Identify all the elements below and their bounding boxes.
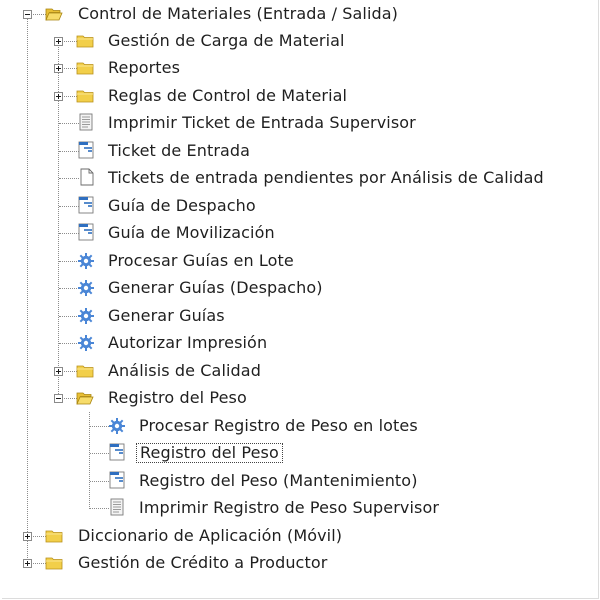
tree-node-reportes[interactable]: Reportes [2, 56, 592, 80]
folder-icon [45, 554, 63, 572]
tree-node-procesar-registro-lotes[interactable]: Procesar Registro de Peso en lotes [2, 414, 592, 438]
tree-node-procesar-guias-lote[interactable]: Procesar Guías en Lote [2, 249, 592, 273]
tree-node-label-selected: Registro del Peso [136, 443, 283, 463]
tree-node-label: Reglas de Control de Material [108, 86, 348, 105]
folder-icon [45, 527, 63, 545]
tree-node-registro-peso-folder[interactable]: Registro del Peso [2, 386, 592, 410]
expand-toggle[interactable] [54, 64, 63, 73]
tree-node-ticket-entrada[interactable]: Ticket de Entrada [2, 139, 592, 163]
tree-node-label: Gestión de Crédito a Productor [78, 553, 328, 572]
folder-icon [76, 362, 94, 380]
tree-node-label: Generar Guías [108, 306, 225, 325]
tree-node-label: Gestión de Carga de Material [108, 31, 345, 50]
tree-node-label: Control de Materiales (Entrada / Salida) [78, 4, 398, 23]
tree-node-label: Registro del Peso (Mantenimiento) [139, 471, 418, 490]
tree-node-guia-movilizacion[interactable]: Guía de Movilización [2, 221, 592, 245]
gear-icon [77, 279, 95, 297]
tree-node-label: Tickets de entrada pendientes por Anális… [108, 168, 544, 187]
tree-node-label: Reportes [108, 58, 181, 77]
tree-node-label: Ticket de Entrada [108, 141, 251, 160]
expand-toggle[interactable] [23, 559, 32, 568]
tree-node-label: Autorizar Impresión [108, 333, 268, 352]
tree-node-label: Procesar Registro de Peso en lotes [139, 416, 418, 435]
tree-node-tickets-pendientes[interactable]: Tickets de entrada pendientes por Anális… [2, 166, 592, 190]
gear-icon [77, 307, 95, 325]
tree-node-registro-peso[interactable]: Registro del Peso [2, 441, 592, 465]
tree-node-label: Registro del Peso [108, 388, 247, 407]
tree-node-analisis-calidad[interactable]: Análisis de Calidad [2, 359, 592, 383]
folder-open-icon [45, 5, 63, 23]
gear-icon [77, 252, 95, 270]
tree-node-label: Imprimir Ticket de Entrada Supervisor [108, 113, 416, 132]
tree-node-label: Guía de Despacho [108, 196, 256, 215]
tree-node-gestion-credito[interactable]: Gestión de Crédito a Productor [2, 551, 592, 575]
blank-document-icon [78, 168, 96, 186]
expand-toggle[interactable] [54, 367, 63, 376]
tree-node-diccionario-app[interactable]: Diccionario de Aplicación (Móvil) [2, 524, 592, 548]
collapse-toggle[interactable] [54, 394, 63, 403]
report-document-icon [77, 113, 95, 131]
expand-toggle[interactable] [23, 532, 32, 541]
expand-toggle[interactable] [54, 37, 63, 46]
expand-toggle[interactable] [54, 92, 63, 101]
form-window-icon [108, 443, 126, 461]
folder-open-icon [76, 389, 94, 407]
tree-node-imprimir-registro[interactable]: Imprimir Registro de Peso Supervisor [2, 496, 592, 520]
tree-view[interactable]: Control de Materiales (Entrada / Salida)… [2, 0, 599, 599]
report-document-icon [108, 498, 126, 516]
form-window-icon [108, 471, 126, 489]
tree-node-label: Diccionario de Aplicación (Móvil) [78, 526, 343, 545]
tree-node-generar-guias-despacho[interactable]: Generar Guías (Despacho) [2, 276, 592, 300]
gear-icon [77, 334, 95, 352]
form-window-icon [77, 223, 95, 241]
tree-node-imprimir-ticket[interactable]: Imprimir Ticket de Entrada Supervisor [2, 111, 592, 135]
tree-node-label: Generar Guías (Despacho) [108, 278, 323, 297]
tree-node-guia-despacho[interactable]: Guía de Despacho [2, 194, 592, 218]
tree-node-reglas-control[interactable]: Reglas de Control de Material [2, 84, 592, 108]
folder-icon [76, 32, 94, 50]
folder-icon [76, 87, 94, 105]
gear-icon [108, 417, 126, 435]
folder-icon [76, 59, 94, 77]
tree-node-control-materiales[interactable]: Control de Materiales (Entrada / Salida) [2, 2, 592, 26]
collapse-toggle[interactable] [23, 10, 32, 19]
tree-node-label: Análisis de Calidad [108, 361, 261, 380]
tree-node-label: Guía de Movilización [108, 223, 275, 242]
tree-node-generar-guias[interactable]: Generar Guías [2, 304, 592, 328]
tree-node-label: Imprimir Registro de Peso Supervisor [139, 498, 440, 517]
tree-node-label: Procesar Guías en Lote [108, 251, 294, 270]
tree-node-autorizar-impresion[interactable]: Autorizar Impresión [2, 331, 592, 355]
tree-node-registro-peso-mant[interactable]: Registro del Peso (Mantenimiento) [2, 469, 592, 493]
form-window-icon [77, 141, 95, 159]
tree-node-gestion-carga[interactable]: Gestión de Carga de Material [2, 29, 592, 53]
form-window-icon [77, 196, 95, 214]
